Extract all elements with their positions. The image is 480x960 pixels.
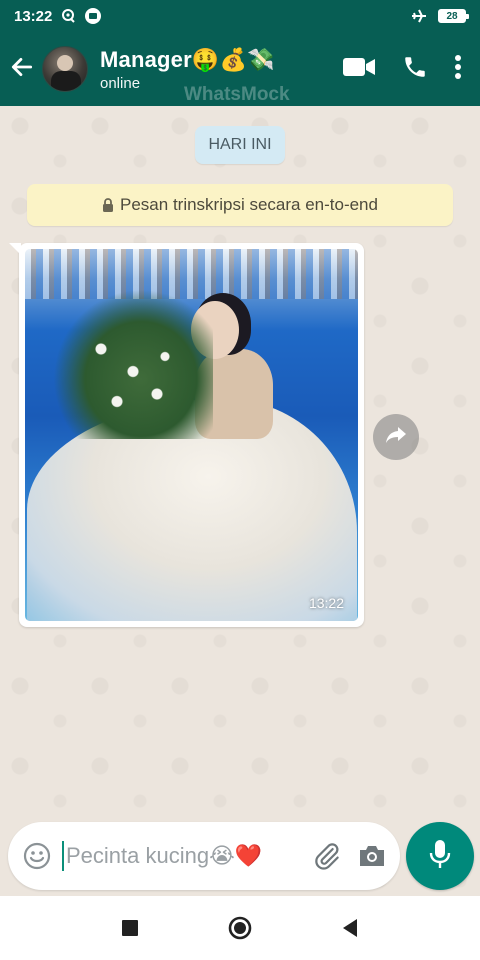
status-left: 13:22 (14, 7, 102, 25)
back-button[interactable] (2, 32, 42, 106)
image-message[interactable]: 13:22 (9, 243, 364, 627)
emoji-icon[interactable] (22, 841, 52, 871)
system-navbar (0, 896, 480, 960)
location-icon (60, 8, 76, 24)
status-right: 28 (410, 7, 469, 25)
attach-icon[interactable] (312, 841, 342, 871)
forward-icon (385, 426, 407, 449)
avatar-figure-body (51, 71, 81, 91)
forward-button[interactable] (373, 414, 419, 460)
recent-apps-icon[interactable] (110, 908, 150, 948)
contact-name: Manager🤑💰💸 (100, 46, 275, 72)
chat-area[interactable]: HARI INI Pesan trinskripsi secara en-to-… (0, 106, 480, 896)
message-input-value: Pecinta kucing😭❤️ (66, 843, 263, 868)
back-icon[interactable] (330, 908, 370, 948)
back-arrow-icon (9, 54, 35, 85)
image-message-time: 13:22 (308, 595, 344, 611)
media-icon (84, 7, 102, 25)
lock-icon (102, 198, 114, 212)
encryption-notice-text: Pesan trinskripsi secara en-to-end (120, 195, 378, 214)
status-bar: 13:22 28 (0, 0, 480, 32)
encryption-notice[interactable]: Pesan trinskripsi secara en-to-end (27, 184, 453, 226)
status-time: 13:22 (14, 7, 53, 25)
header-actions (342, 54, 462, 85)
message-input[interactable]: Pecinta kucing😭❤️ (62, 841, 296, 871)
avatar[interactable] (42, 46, 88, 92)
message-input-bar: Pecinta kucing😭❤️ (8, 822, 400, 890)
battery-icon: 28 (438, 9, 469, 23)
home-icon[interactable] (220, 908, 260, 948)
mic-icon (429, 839, 451, 874)
more-options-icon[interactable] (454, 54, 462, 85)
message-photo[interactable]: 13:22 (25, 249, 358, 621)
airplane-mode-icon (410, 7, 428, 25)
phone-call-icon[interactable] (402, 54, 428, 85)
text-caret (62, 841, 64, 871)
photo-bouquet (53, 289, 213, 439)
camera-icon[interactable] (358, 844, 386, 868)
watermark: WhatsMock (184, 84, 290, 105)
video-call-icon[interactable] (342, 56, 376, 83)
date-chip: HARI INI (195, 126, 285, 164)
avatar-figure-head (57, 55, 73, 71)
mic-button[interactable] (406, 822, 474, 890)
